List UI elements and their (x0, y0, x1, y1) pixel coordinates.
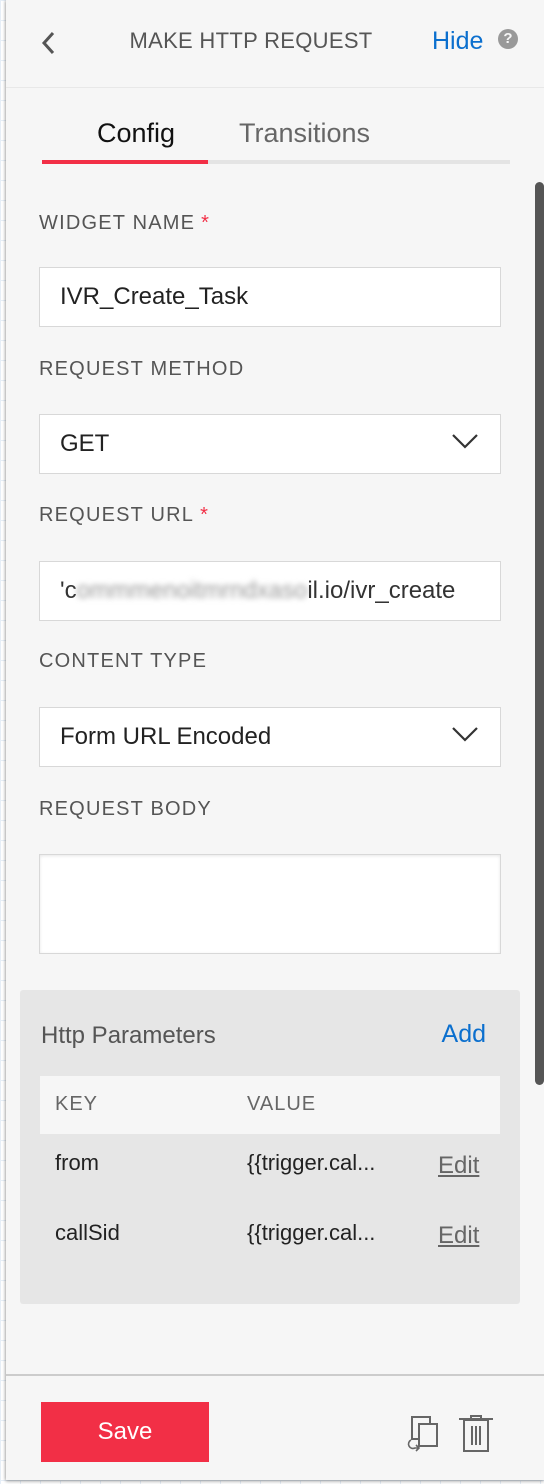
table-row: from {{trigger.cal... Edit (40, 1140, 500, 1190)
request-method-label: REQUEST METHOD (39, 358, 245, 380)
param-key: callSid (55, 1220, 120, 1245)
selected-value: Form URL Encoded (60, 723, 272, 750)
param-value: {{trigger.cal... (247, 1150, 376, 1175)
label-text: WIDGET NAME (39, 212, 196, 234)
column-value: VALUE (247, 1093, 317, 1115)
tab-transitions[interactable]: Transitions (239, 118, 370, 149)
chevron-down-icon (452, 727, 478, 742)
table-header: KEY VALUE (40, 1076, 500, 1134)
request-body-label: REQUEST BODY (39, 798, 212, 820)
redacted-text: ommmenoitmrndxaso (76, 577, 308, 604)
hide-button[interactable]: Hide (432, 27, 483, 56)
request-method-select[interactable]: GET (39, 414, 501, 474)
edit-button[interactable]: Edit (438, 1222, 479, 1250)
edit-button[interactable]: Edit (438, 1152, 479, 1180)
http-parameters-section: Http Parameters Add KEY VALUE from {{tri… (20, 990, 520, 1304)
widget-name-input[interactable]: IVR_Create_Task (39, 267, 501, 327)
table-row: callSid {{trigger.cal... Edit (40, 1210, 500, 1260)
column-key: KEY (55, 1093, 99, 1115)
content-type-select[interactable]: Form URL Encoded (39, 707, 501, 767)
tab-bar: Config Transitions (42, 118, 510, 164)
label-text: REQUEST URL (39, 504, 195, 526)
widget-name-label: WIDGET NAME * (39, 212, 210, 235)
save-button[interactable]: Save (41, 1402, 209, 1462)
content-type-label: CONTENT TYPE (39, 650, 208, 672)
scrollbar[interactable] (535, 182, 544, 1085)
request-url-label: REQUEST URL * (39, 504, 209, 527)
url-visible: il.io/ivr_create (307, 577, 456, 604)
add-parameter-button[interactable]: Add (442, 1020, 486, 1049)
chevron-down-icon (452, 434, 478, 449)
panel-title: MAKE HTTP REQUEST (129, 28, 373, 53)
required-marker: * (201, 212, 211, 234)
selected-value: GET (60, 430, 110, 457)
url-prefix: 'c (60, 577, 77, 604)
section-title: Http Parameters (41, 1022, 216, 1049)
request-body-textarea[interactable] (39, 854, 501, 954)
panel-header: MAKE HTTP REQUEST Hide ? (6, 0, 544, 88)
required-marker: * (200, 504, 210, 526)
param-key: from (55, 1150, 99, 1175)
active-tab-indicator (42, 160, 208, 164)
question-circle-icon[interactable]: ? (498, 29, 518, 49)
tab-config[interactable]: Config (97, 118, 175, 149)
panel-footer: Save (6, 1374, 544, 1480)
request-url-input[interactable]: 'commmenoitmrndxasoil.io/ivr_create (39, 561, 501, 621)
widget-config-panel: MAKE HTTP REQUEST Hide ? Config Transiti… (6, 0, 544, 1480)
duplicate-icon[interactable] (404, 1414, 440, 1454)
param-value: {{trigger.cal... (247, 1220, 376, 1245)
trash-icon[interactable] (458, 1414, 494, 1454)
